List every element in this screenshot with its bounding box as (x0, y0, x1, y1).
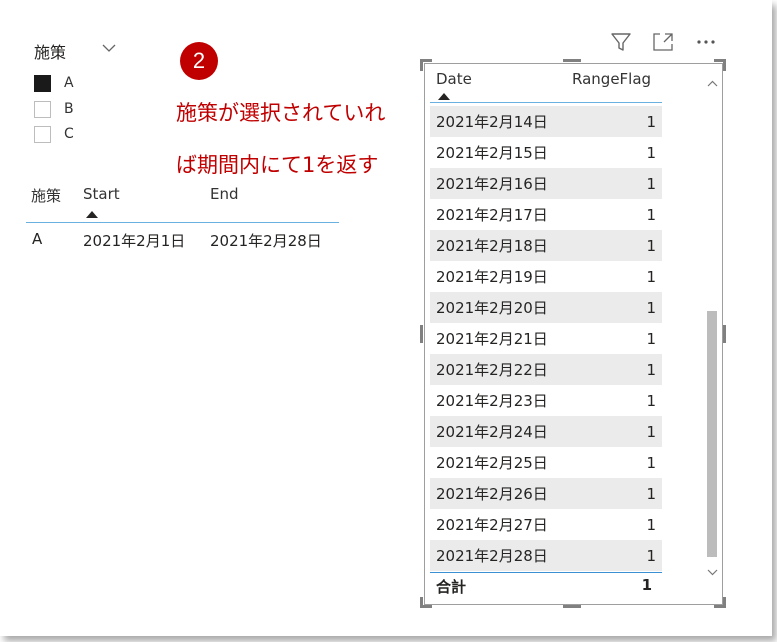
date-cell: 2021年2月25日 (436, 454, 548, 472)
date-cell: 2021年2月26日 (436, 485, 548, 503)
date-cell: 2021年2月23日 (436, 392, 548, 410)
date-cell: 2021年2月28日 (436, 547, 548, 565)
rangeflag-cell: 1 (646, 391, 656, 410)
rangeflag-cell: 1 (646, 546, 656, 565)
report-canvas: 施策 A B C 施策 Start End A 2021年2月1日 2021年2… (0, 0, 772, 636)
scroll-down-icon[interactable] (706, 566, 719, 578)
rangeflag-cell: 1 (646, 422, 656, 441)
table-row[interactable]: 2021年2月24日 1 (430, 416, 662, 447)
scrollbar-thumb[interactable] (707, 311, 717, 557)
date-cell: 2021年2月19日 (436, 268, 548, 286)
rangeflag-cell: 1 (646, 298, 656, 317)
table-row[interactable]: 2021年2月18日 1 (430, 230, 662, 261)
sort-ascending-icon (86, 211, 98, 218)
chevron-down-icon[interactable] (101, 41, 117, 55)
table-row[interactable]: 2021年2月21日 1 (430, 323, 662, 354)
scroll-up-icon[interactable] (706, 78, 719, 90)
rangeflag-cell: 1 (646, 360, 656, 379)
table-row[interactable]: 2021年2月17日 1 (430, 199, 662, 230)
column-header-end[interactable]: End (210, 185, 239, 203)
rangeflag-cell: 1 (646, 329, 656, 348)
date-cell: 2021年2月18日 (436, 237, 548, 255)
date-cell: 2021年2月20日 (436, 299, 548, 317)
column-header-rangeflag[interactable]: RangeFlag (572, 70, 651, 88)
table-row[interactable]: 2021年2月28日 1 (430, 540, 662, 571)
rangeflag-cell: 1 (646, 267, 656, 286)
slicer-item-b[interactable]: B (34, 99, 74, 119)
table-cell: A (32, 230, 43, 248)
table-row[interactable]: 2021年2月14日 1 (430, 106, 662, 137)
table-row[interactable]: 2021年2月25日 1 (430, 447, 662, 478)
date-cell: 2021年2月21日 (436, 330, 548, 348)
total-row: 合計 1 (430, 576, 662, 598)
table-row[interactable]: 2021年2月27日 1 (430, 509, 662, 540)
date-cell: 2021年2月15日 (436, 144, 548, 162)
table-row[interactable]: 2021年2月19日 1 (430, 261, 662, 292)
resize-handle[interactable] (420, 59, 423, 71)
header-divider (26, 222, 339, 223)
annotation-line-1: 施策が選択されていれ (176, 101, 386, 125)
rangeflag-cell: 1 (646, 112, 656, 131)
table-row[interactable]: 2021年2月15日 1 (430, 137, 662, 168)
total-divider (430, 572, 662, 573)
resize-handle[interactable] (420, 605, 432, 608)
annotation-line-2: ば期間内にて1を返す (176, 153, 379, 177)
resize-handle[interactable] (723, 325, 726, 343)
total-value: 1 (641, 576, 652, 594)
checkbox[interactable] (34, 100, 51, 118)
table-row[interactable]: 2021年2月26日 1 (430, 478, 662, 509)
column-header-start[interactable]: Start (83, 185, 120, 203)
filter-icon[interactable] (609, 31, 633, 53)
resize-handle[interactable] (563, 605, 581, 608)
slicer-item-label: A (64, 75, 74, 91)
checkbox[interactable] (34, 125, 51, 143)
sort-ascending-icon (438, 93, 450, 100)
date-cell: 2021年2月17日 (436, 206, 548, 224)
more-options-icon[interactable] (694, 31, 718, 53)
date-cell: 2021年2月16日 (436, 175, 548, 193)
table-cell: 2021年2月28日 (210, 232, 322, 250)
focus-mode-icon[interactable] (651, 31, 675, 53)
date-cell: 2021年2月22日 (436, 361, 548, 379)
slicer-item-c[interactable]: C (34, 124, 74, 144)
date-cell: 2021年2月24日 (436, 423, 548, 441)
resize-handle[interactable] (723, 59, 726, 71)
table-row[interactable]: 2021年2月16日 1 (430, 168, 662, 199)
resize-handle[interactable] (723, 597, 726, 608)
rangeflag-cell: 1 (646, 236, 656, 255)
checkbox-checked[interactable] (34, 74, 51, 92)
date-cell: 2021年2月27日 (436, 516, 548, 534)
table-row[interactable]: 2021年2月22日 1 (430, 354, 662, 385)
column-header-shisaku[interactable]: 施策 (31, 185, 61, 206)
rangeflag-cell: 1 (646, 453, 656, 472)
slicer-item-label: B (64, 101, 74, 117)
slicer-item-a[interactable]: A (34, 73, 74, 93)
step-badge: 2 (180, 42, 218, 80)
column-header-date[interactable]: Date (436, 70, 472, 88)
table-row[interactable]: 2021年2月20日 1 (430, 292, 662, 323)
total-label: 合計 (436, 578, 467, 596)
table-row[interactable]: 2021年2月23日 1 (430, 385, 662, 416)
resize-handle[interactable] (563, 59, 581, 62)
rangeflag-cell: 1 (646, 143, 656, 162)
slicer-item-label: C (64, 126, 74, 142)
rangeflag-cell: 1 (646, 484, 656, 503)
slicer-title: 施策 (34, 43, 67, 62)
rangeflag-cell: 1 (646, 174, 656, 193)
rangeflag-cell: 1 (646, 205, 656, 224)
header-divider (430, 102, 662, 103)
rangeflag-cell: 1 (646, 515, 656, 534)
table-cell: 2021年2月1日 (83, 232, 186, 250)
resize-handle[interactable] (420, 325, 423, 343)
date-cell: 2021年2月14日 (436, 113, 548, 131)
